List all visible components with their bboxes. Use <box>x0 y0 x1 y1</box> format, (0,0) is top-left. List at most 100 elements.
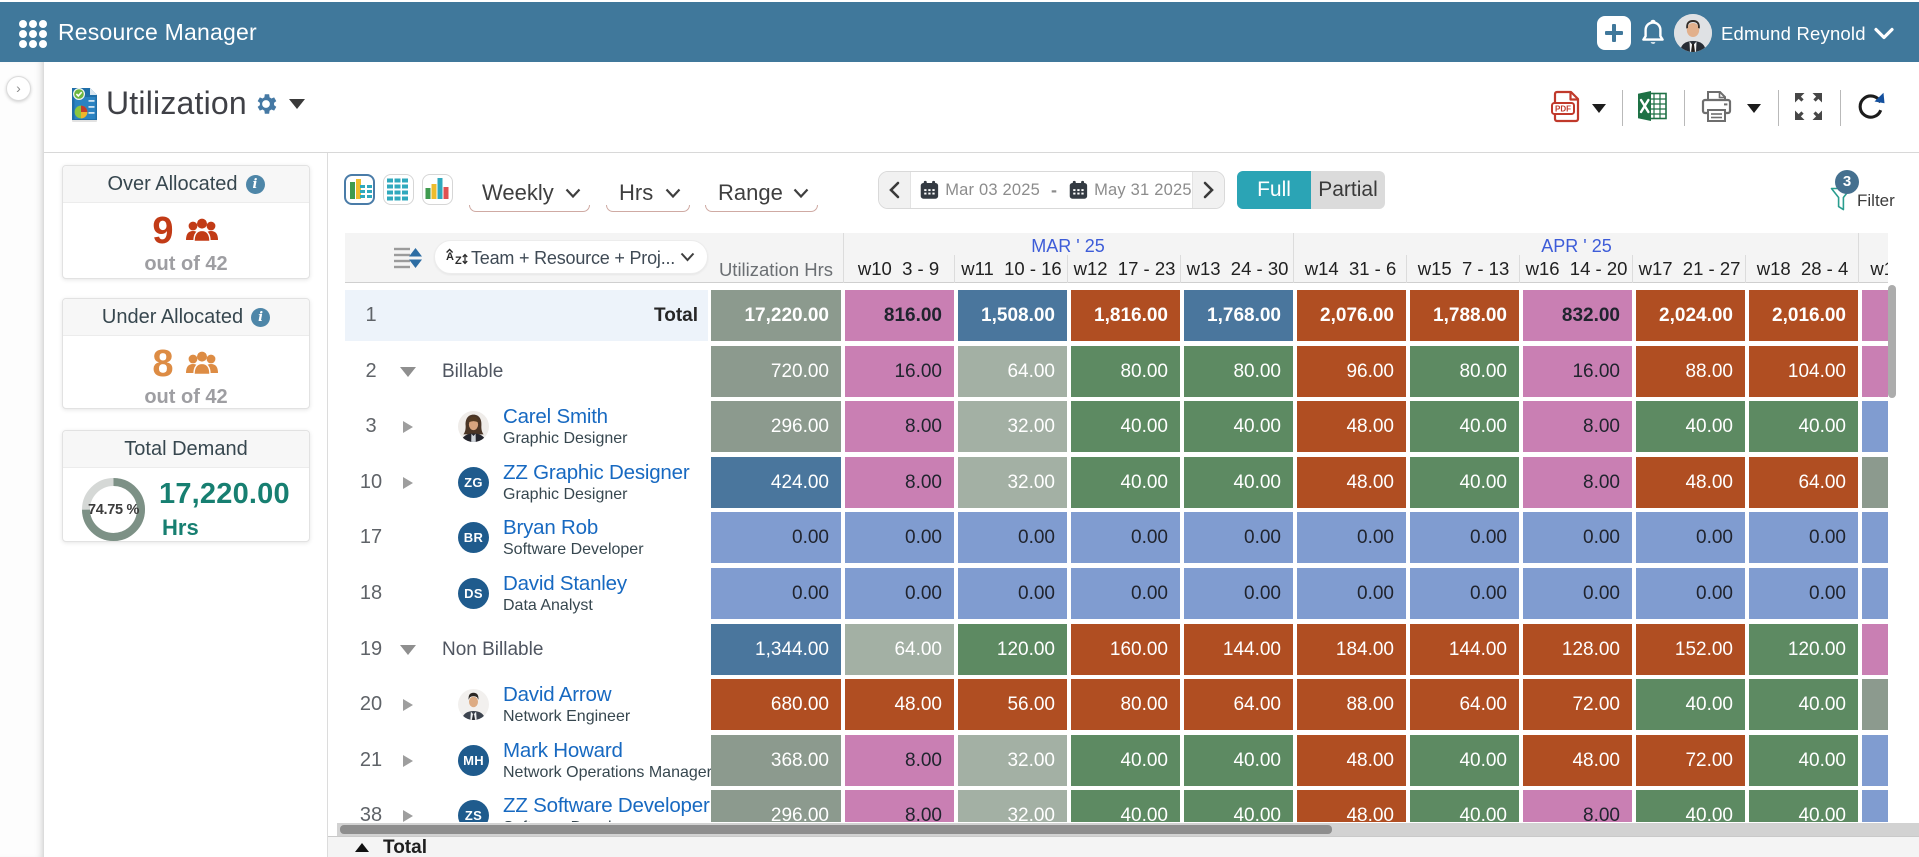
utilization-cell[interactable]: 16.00 <box>1523 346 1632 397</box>
utilization-cell[interactable]: 0.00 <box>1523 512 1632 563</box>
utilization-cell[interactable]: 0.00 <box>1184 568 1293 619</box>
utilization-cell[interactable]: 80.00 <box>1071 346 1180 397</box>
utilization-cell[interactable]: 40.00 <box>1184 735 1293 786</box>
refresh-icon[interactable] <box>1854 90 1887 128</box>
grouping-select[interactable]: A Z Team + Resource + Proj... <box>434 240 708 274</box>
utilization-cell[interactable]: 48.00 <box>845 679 954 730</box>
utilization-cell[interactable]: 40.00 <box>1636 790 1745 822</box>
week-header[interactable]: w17 21 - 27 <box>1634 258 1745 283</box>
utilization-cell[interactable]: 40.00 <box>1749 735 1858 786</box>
utilization-cell[interactable]: 40.00 <box>1071 735 1180 786</box>
utilization-cell[interactable]: 8.00 <box>845 457 954 508</box>
grid-row-header[interactable]: 17BRBryan RobSoftware Developer <box>345 512 708 563</box>
toggle-partial[interactable]: Partial <box>1311 171 1385 209</box>
period-select[interactable]: Weekly <box>469 178 590 212</box>
utilization-cell[interactable]: 40.00 <box>1410 401 1519 452</box>
report-switch-caret-icon[interactable] <box>289 99 305 109</box>
utilization-cell[interactable]: 40.00 <box>1636 679 1745 730</box>
utilization-cell[interactable]: 8.00 <box>845 735 954 786</box>
utilization-cell[interactable]: 144.00 <box>1410 624 1519 675</box>
utilization-cell[interactable]: 56.00 <box>958 679 1067 730</box>
export-pdf-icon[interactable]: PDF <box>1551 90 1582 128</box>
utilization-cell[interactable]: 128.00 <box>1523 624 1632 675</box>
week-header[interactable]: w11 10 - 16 <box>956 258 1067 283</box>
grid-row-header[interactable]: 21MHMark HowardNetwork Operations Manage… <box>345 735 708 786</box>
utilization-cell[interactable]: 72.00 <box>1636 735 1745 786</box>
utilization-cell[interactable]: 64.00 <box>1184 679 1293 730</box>
date-from[interactable]: Mar 03 2025 <box>945 181 1040 200</box>
utilization-cell[interactable]: 0.00 <box>1523 568 1632 619</box>
utilization-cell[interactable]: 144.00 <box>1184 624 1293 675</box>
utilization-cell[interactable]: 0.00 <box>1749 512 1858 563</box>
utilization-cell[interactable]: 816.00 <box>845 290 954 341</box>
utilization-cell[interactable]: 0.00 <box>1297 512 1406 563</box>
utilization-cell[interactable]: 296.00 <box>711 401 841 452</box>
utilization-cell[interactable]: 0.00 <box>1636 568 1745 619</box>
app-grid-icon[interactable] <box>19 20 47 48</box>
utilization-cell[interactable]: 40.00 <box>1071 790 1180 822</box>
date-to[interactable]: May 31 2025 <box>1094 181 1192 200</box>
utilization-cell[interactable] <box>1862 457 1888 508</box>
week-header[interactable]: w15 7 - 13 <box>1408 258 1519 283</box>
toggle-full[interactable]: Full <box>1237 171 1311 209</box>
utilization-cell[interactable]: 40.00 <box>1749 679 1858 730</box>
utilization-cell[interactable]: 48.00 <box>1297 790 1406 822</box>
grid-row-header[interactable]: 38ZSZZ Software DeveloperSoftware Develo… <box>345 790 708 822</box>
view-toggle-grid[interactable] <box>383 174 414 205</box>
row-expand-icon[interactable] <box>403 477 413 489</box>
utilization-cell[interactable]: 1,768.00 <box>1184 290 1293 341</box>
notifications-bell-icon[interactable] <box>1638 18 1668 53</box>
add-button[interactable] <box>1597 16 1631 50</box>
utilization-cell[interactable]: 680.00 <box>711 679 841 730</box>
utilization-cell[interactable]: 88.00 <box>1297 679 1406 730</box>
utilization-cell[interactable]: 64.00 <box>1410 679 1519 730</box>
utilization-cell[interactable]: 80.00 <box>1410 346 1519 397</box>
view-toggle-scheduler[interactable] <box>344 174 375 205</box>
row-collapse-icon[interactable] <box>400 367 416 377</box>
week-header[interactable]: w19 5 - 11 <box>1860 258 1888 283</box>
utilization-cell[interactable]: 40.00 <box>1749 790 1858 822</box>
resource-name-link[interactable]: ZZ Software Developer <box>503 794 710 818</box>
utilization-cell[interactable] <box>1862 290 1888 341</box>
info-icon[interactable]: i <box>246 175 265 194</box>
user-avatar[interactable] <box>1674 14 1712 52</box>
user-menu-chevron-icon[interactable] <box>1874 27 1894 46</box>
week-header[interactable]: w16 14 - 20 <box>1521 258 1632 283</box>
utilization-cell[interactable]: 48.00 <box>1636 457 1745 508</box>
utilization-cell[interactable] <box>1862 735 1888 786</box>
utilization-cell[interactable] <box>1862 624 1888 675</box>
utilization-cell[interactable]: 0.00 <box>1297 568 1406 619</box>
utilization-cell[interactable]: 1,344.00 <box>711 624 841 675</box>
expand-sidebar-button[interactable]: › <box>6 76 31 101</box>
utilization-cell[interactable]: 0.00 <box>1410 512 1519 563</box>
utilization-cell[interactable]: 0.00 <box>1071 512 1180 563</box>
utilization-cell[interactable]: 1,816.00 <box>1071 290 1180 341</box>
horizontal-scrollbar[interactable] <box>337 823 1919 836</box>
week-header[interactable]: w12 17 - 23 <box>1069 258 1180 283</box>
utilization-cell[interactable]: 40.00 <box>1410 790 1519 822</box>
utilization-cell[interactable]: 40.00 <box>1410 735 1519 786</box>
grid-row-header[interactable]: 10ZGZZ Graphic DesignerGraphic Designer <box>345 457 708 508</box>
utilization-cell[interactable]: 0.00 <box>1071 568 1180 619</box>
utilization-cell[interactable]: 40.00 <box>1071 457 1180 508</box>
utilization-cell[interactable]: 296.00 <box>711 790 841 822</box>
footer-collapse-icon[interactable] <box>355 843 369 852</box>
resource-name-link[interactable]: Mark Howard <box>503 739 623 763</box>
utilization-cell[interactable]: 64.00 <box>845 624 954 675</box>
export-excel-icon[interactable] <box>1636 90 1669 127</box>
utilization-cell[interactable]: 2,016.00 <box>1749 290 1858 341</box>
utilization-cell[interactable]: 72.00 <box>1523 679 1632 730</box>
date-prev-button[interactable] <box>879 172 911 208</box>
row-expand-icon[interactable] <box>403 699 413 711</box>
grid-row-header[interactable]: 3Carel SmithGraphic Designer <box>345 401 708 452</box>
utilization-cell[interactable]: 120.00 <box>1749 624 1858 675</box>
utilization-cell[interactable]: 40.00 <box>1071 401 1180 452</box>
vertical-scrollbar-thumb[interactable] <box>1888 285 1896 398</box>
utilization-cell[interactable]: 40.00 <box>1184 457 1293 508</box>
utilization-cell[interactable]: 64.00 <box>1749 457 1858 508</box>
utilization-cell[interactable]: 184.00 <box>1297 624 1406 675</box>
utilization-cell[interactable]: 0.00 <box>1749 568 1858 619</box>
resource-name-link[interactable]: David Stanley <box>503 572 627 596</box>
utilization-cell[interactable] <box>1862 512 1888 563</box>
utilization-cell[interactable]: 32.00 <box>958 735 1067 786</box>
